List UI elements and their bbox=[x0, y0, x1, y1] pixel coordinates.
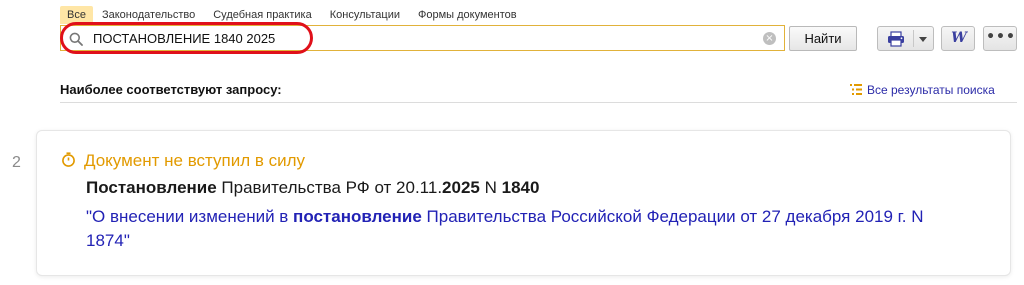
title-part: 2025 bbox=[442, 178, 480, 197]
all-results-label[interactable]: Все результаты поиска bbox=[867, 83, 995, 97]
section-title: Наиболее соответствуют запросу: bbox=[60, 82, 282, 97]
list-icon bbox=[850, 84, 862, 95]
title-part: 1840 bbox=[501, 178, 540, 197]
print-button[interactable] bbox=[877, 26, 934, 51]
document-status-text: Документ не вступил в силу bbox=[84, 151, 306, 170]
tab-legislation[interactable]: Законодательство bbox=[93, 6, 204, 24]
find-button[interactable]: Найти bbox=[789, 26, 857, 51]
tab-document-forms[interactable]: Формы документов bbox=[409, 6, 526, 24]
document-title-link[interactable]: Постановление Правительства РФ от 20.11.… bbox=[86, 178, 539, 198]
export-word-button[interactable]: W bbox=[941, 26, 975, 51]
chevron-down-icon[interactable] bbox=[919, 37, 927, 42]
result-number: 2 bbox=[12, 154, 21, 171]
document-status: Документ не вступил в силу bbox=[61, 151, 305, 171]
search-icon bbox=[69, 32, 83, 46]
all-results-link[interactable]: Все результаты поиска bbox=[850, 83, 995, 97]
title-part: Постановление bbox=[86, 178, 217, 197]
tab-consultations[interactable]: Консультации bbox=[321, 6, 409, 24]
more-icon: ••• bbox=[986, 29, 1016, 45]
document-subtitle-link[interactable]: "О внесении изменений в постановление Пр… bbox=[86, 205, 946, 253]
timer-icon bbox=[62, 152, 75, 167]
search-input[interactable] bbox=[93, 26, 783, 50]
title-part: N bbox=[479, 178, 502, 197]
subtitle-part: постановление bbox=[293, 207, 422, 226]
search-tabs: Все Законодательство Судебная практика К… bbox=[60, 6, 526, 24]
printer-icon bbox=[888, 31, 904, 47]
divider bbox=[60, 102, 1017, 103]
tab-all[interactable]: Все bbox=[60, 6, 93, 24]
word-icon: W bbox=[951, 30, 967, 46]
more-button[interactable]: ••• bbox=[983, 26, 1017, 51]
split-divider bbox=[913, 30, 914, 47]
tab-judicial-practice[interactable]: Судебная практика bbox=[204, 6, 320, 24]
search-box bbox=[60, 25, 785, 51]
clear-search-icon[interactable]: × bbox=[763, 32, 776, 45]
title-part: Правительства РФ от 20.11. bbox=[216, 178, 443, 197]
subtitle-part: "О внесении изменений в bbox=[86, 207, 294, 226]
